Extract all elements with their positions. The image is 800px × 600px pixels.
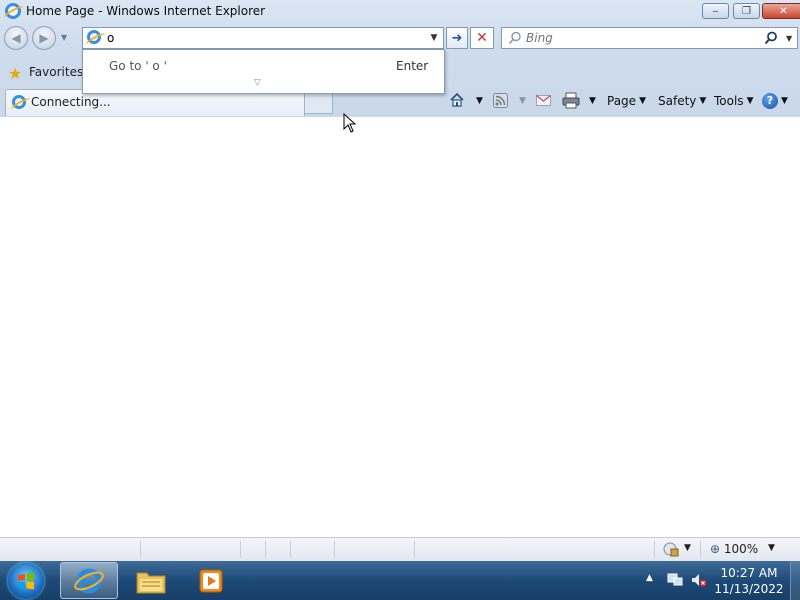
address-input[interactable]: [107, 30, 407, 46]
tools-menu[interactable]: Tools ▼: [714, 92, 753, 110]
tab-page-icon: [12, 95, 26, 109]
status-divider: [290, 541, 291, 558]
back-button[interactable]: ◀: [4, 26, 28, 50]
status-divider: [265, 541, 266, 558]
feeds-icon[interactable]: [493, 93, 508, 108]
folder-icon: [136, 572, 166, 593]
page-menu-caret-icon: ▼: [639, 96, 646, 106]
page-menu[interactable]: Page ▼: [607, 92, 646, 110]
feeds-dropdown-icon[interactable]: ▼: [516, 92, 526, 110]
zoom-level: 100%: [723, 542, 759, 556]
page-content[interactable]: [0, 117, 800, 537]
recent-pages-dropdown[interactable]: ▼: [61, 33, 67, 42]
taskbar: ▲ 10:27 AM 11/13/2022: [0, 561, 800, 600]
taskbar-media-player[interactable]: [182, 562, 240, 599]
zoom-control[interactable]: ⊕ 100%: [710, 542, 758, 556]
status-bar: ▼ ⊕ 100% ▼: [0, 537, 800, 561]
show-desktop-button[interactable]: [790, 561, 800, 600]
volume-muted-icon[interactable]: [691, 572, 707, 588]
taskbar-internet-explorer[interactable]: [60, 562, 118, 599]
status-divider: [334, 541, 335, 558]
back-arrow-icon: ◀: [11, 31, 21, 45]
taskbar-windows-explorer[interactable]: [122, 562, 180, 599]
status-divider: [700, 541, 701, 558]
minimize-button[interactable]: ‒: [702, 3, 729, 19]
tools-menu-label: Tools: [714, 94, 744, 108]
stop-button[interactable]: ✕: [470, 27, 494, 49]
close-button[interactable]: ✕: [762, 3, 800, 19]
magnifier-icon[interactable]: [764, 31, 778, 45]
start-button[interactable]: [8, 563, 44, 599]
help-menu[interactable]: ? ▼: [762, 92, 788, 110]
address-dropdown-icon[interactable]: ▼: [427, 33, 441, 45]
status-divider: [414, 541, 415, 558]
window-title: Home Page - Windows Internet Explorer: [26, 4, 266, 18]
page-icon: [87, 30, 101, 44]
restore-button[interactable]: ❐: [733, 3, 760, 19]
print-icon[interactable]: [562, 92, 580, 109]
print-dropdown-icon[interactable]: ▼: [586, 92, 596, 110]
clock-time: 10:27 AM: [720, 566, 778, 580]
help-caret-icon: ▼: [781, 96, 788, 106]
ie-logo-icon: [5, 3, 21, 19]
show-hidden-icons-button[interactable]: ▲: [646, 573, 653, 583]
favorites-button[interactable]: Favorites: [29, 65, 83, 79]
title-bar: Home Page - Windows Internet Explorer ‒ …: [0, 0, 800, 24]
favorites-star-icon[interactable]: ★: [8, 64, 22, 83]
search-options-icon[interactable]: ▼: [786, 34, 792, 43]
page-menu-label: Page: [607, 94, 637, 108]
address-autocomplete-dropdown: Go to ' o ' Enter ▽: [82, 49, 445, 94]
status-divider: [240, 541, 241, 558]
search-provider-icon: [508, 31, 521, 45]
expand-suggestions-icon[interactable]: ▽: [254, 78, 261, 88]
clock-date: 11/13/2022: [714, 582, 784, 596]
status-divider: [140, 541, 141, 558]
search-box[interactable]: ▼: [501, 27, 798, 49]
help-icon: ?: [762, 93, 778, 109]
home-dropdown-icon[interactable]: ▼: [473, 92, 483, 110]
protected-mode-icon[interactable]: [663, 542, 679, 557]
autocomplete-go-to-item[interactable]: Go to ' o ': [109, 59, 167, 73]
tools-menu-caret-icon: ▼: [746, 96, 754, 106]
zoom-magnifier-icon: ⊕: [710, 542, 721, 556]
read-mail-icon[interactable]: [536, 95, 551, 106]
mouse-cursor-icon: [343, 113, 357, 133]
forward-button[interactable]: ▶: [32, 26, 56, 50]
network-icon[interactable]: [667, 572, 683, 588]
zoom-dropdown-icon[interactable]: ▼: [768, 543, 775, 553]
media-player-icon: [199, 569, 223, 592]
tab-label: Connecting...: [31, 95, 111, 109]
windows-logo-icon: [18, 572, 34, 590]
forward-arrow-icon: ▶: [39, 31, 49, 45]
system-clock[interactable]: 10:27 AM 11/13/2022: [712, 565, 786, 597]
address-bar[interactable]: ▼: [82, 27, 444, 49]
status-divider: [654, 541, 655, 558]
safety-menu-caret-icon: ▼: [699, 96, 707, 106]
go-button[interactable]: ➜: [446, 27, 468, 49]
internet-explorer-icon: [74, 568, 104, 593]
protected-mode-dropdown-icon[interactable]: ▼: [684, 543, 691, 553]
home-icon[interactable]: [449, 92, 465, 108]
safety-menu[interactable]: Safety ▼: [658, 92, 706, 110]
autocomplete-shortcut-hint: Enter: [396, 59, 429, 73]
search-input[interactable]: [526, 30, 756, 46]
safety-menu-label: Safety: [658, 94, 697, 108]
